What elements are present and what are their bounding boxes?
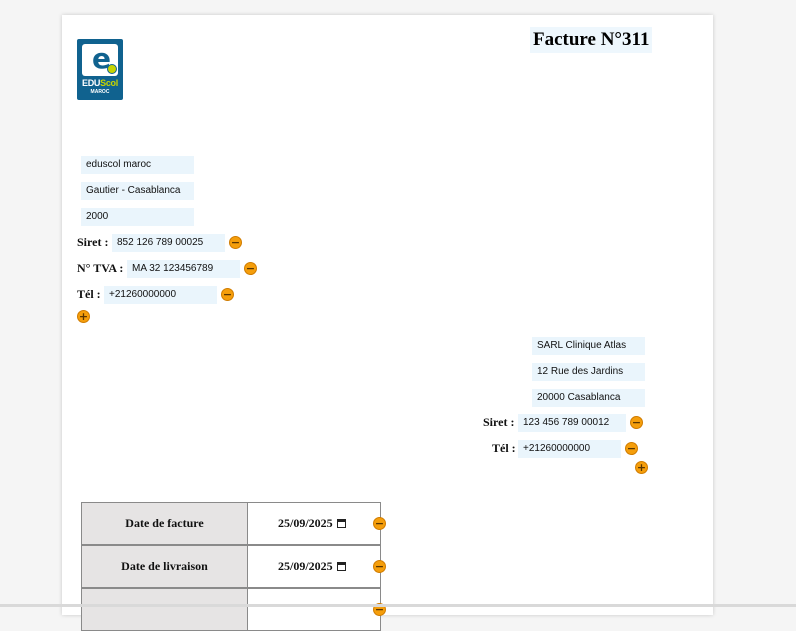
- logo-emblem: e: [82, 44, 118, 76]
- sender-name-field[interactable]: eduscol maroc: [81, 156, 194, 174]
- invoice-date-label: Date de facture: [81, 502, 248, 545]
- sender-tva-field[interactable]: MA 32 123456789: [127, 260, 240, 278]
- client-tel-field[interactable]: +21260000000: [518, 440, 621, 458]
- sender-tel-label: Tél :: [77, 287, 101, 301]
- third-date-input[interactable]: [247, 588, 381, 631]
- delivery-date-label: Date de livraison: [81, 545, 248, 588]
- remove-sender-tva-button[interactable]: −: [244, 262, 257, 275]
- delivery-date-value: 25/09/2025: [278, 559, 333, 573]
- add-client-field-button[interactable]: +: [635, 461, 648, 474]
- logo-brand-edu: EDU: [82, 78, 101, 88]
- delivery-date-input[interactable]: 25/09/2025: [247, 545, 381, 588]
- logo-brand-scol: Scol: [100, 78, 118, 88]
- sender-tva-label: N° TVA :: [77, 261, 124, 275]
- eduscol-logo: e EDUScol MAROC: [77, 39, 123, 100]
- remove-delivery-date-button[interactable]: −: [373, 560, 386, 573]
- sender-siret-field[interactable]: 852 126 789 00025: [112, 234, 225, 252]
- logo-brand: EDUScol: [77, 78, 123, 88]
- remove-sender-tel-button[interactable]: −: [221, 288, 234, 301]
- calendar-icon[interactable]: [336, 519, 346, 528]
- invoice-date-input[interactable]: 25/09/2025: [247, 502, 381, 545]
- third-date-label: [81, 588, 248, 631]
- sender-tel-field[interactable]: +21260000000: [104, 286, 217, 304]
- logo-sub: MAROC: [90, 89, 110, 95]
- client-siret-label: Siret :: [483, 415, 515, 429]
- client-address-field[interactable]: 12 Rue des Jardins: [532, 363, 645, 381]
- invoice-date-value: 25/09/2025: [278, 516, 333, 530]
- client-postal-city-field[interactable]: 20000 Casablanca: [532, 389, 645, 407]
- client-name-field[interactable]: SARL Clinique Atlas: [532, 337, 645, 355]
- sender-address-field[interactable]: Gautier - Casablanca: [81, 182, 194, 200]
- remove-client-tel-button[interactable]: −: [625, 442, 638, 455]
- client-tel-label: Tél :: [492, 441, 516, 455]
- remove-sender-siret-button[interactable]: −: [229, 236, 242, 249]
- add-sender-field-button[interactable]: +: [77, 310, 90, 323]
- client-siret-field[interactable]: 123 456 789 00012: [518, 414, 626, 432]
- calendar-icon[interactable]: [336, 562, 346, 571]
- sender-postal-field[interactable]: 2000: [81, 208, 194, 226]
- sender-siret-label: Siret :: [77, 235, 109, 249]
- remove-client-siret-button[interactable]: −: [630, 416, 643, 429]
- logo-dot-icon: [107, 64, 117, 74]
- invoice-title[interactable]: Facture N°311: [530, 27, 653, 53]
- remove-invoice-date-button[interactable]: −: [373, 517, 386, 530]
